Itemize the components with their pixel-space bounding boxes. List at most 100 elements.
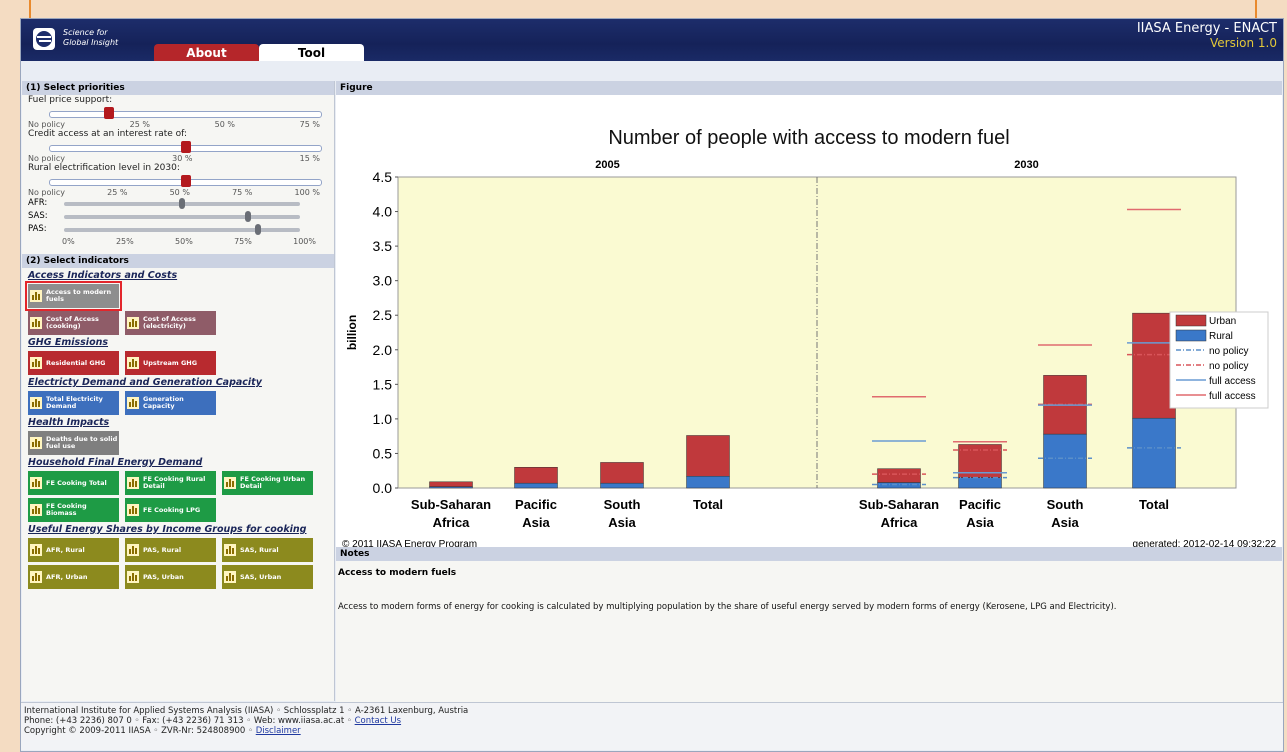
footer-address: International Institute for Applied Syst… (24, 706, 469, 716)
indicator-label: PAS, Urban (143, 572, 184, 581)
bar-rural (514, 482, 558, 489)
region-track[interactable] (64, 228, 300, 232)
bar-chart-icon (224, 571, 236, 583)
frame-accent-left (29, 0, 31, 18)
y-tick-label: 1.5 (373, 376, 393, 392)
indicator-button-row: AFR, Rural PAS, Rural SAS, Rural (22, 538, 334, 562)
indicator-button[interactable]: AFR, Urban (28, 565, 119, 589)
bar-chart-icon (30, 477, 42, 489)
region-track[interactable] (64, 215, 300, 219)
indicator-button[interactable]: FE Cooking Biomass (28, 498, 119, 522)
footer-copyright-line: Copyright © 2009-2011 IIASA ◦ ZVR-Nr: 52… (24, 726, 1283, 736)
region-slider-thumb[interactable] (179, 198, 185, 209)
indicator-button-row: FE Cooking Total FE Cooking Rural Detail F… (22, 471, 334, 495)
tick-label: No policy (28, 188, 65, 197)
indicator-button[interactable]: SAS, Urban (222, 565, 313, 589)
rural-electrification-slider[interactable] (34, 175, 322, 187)
indicator-button[interactable]: Cost of Access (cooking) (28, 311, 119, 335)
left-panel: (1) Select priorities Fuel price support… (22, 81, 335, 701)
tick-label: 25 % (107, 188, 128, 197)
legend-label: no policy (1209, 361, 1248, 372)
bar-chart-icon (30, 504, 42, 516)
panel-label: 2030 (1014, 159, 1038, 171)
indicator-button[interactable]: FE Cooking Total (28, 471, 119, 495)
indicator-group-title: Electricty Demand and Generation Capacit… (28, 377, 262, 388)
tick-label: 75% (234, 237, 252, 246)
indicator-button[interactable]: FE Cooking Urban Detail (222, 471, 313, 495)
indicator-label: FE Cooking Total (46, 478, 107, 487)
region-ticks: 0% 25% 50% 75% 100% (62, 237, 316, 246)
indicator-group-title: Access Indicators and Costs (28, 270, 178, 281)
tick-label: 50 % (169, 188, 190, 197)
region-slider-thumb[interactable] (245, 211, 252, 222)
region-slider-thumb[interactable] (254, 224, 261, 235)
x-tick-label: Sub-Saharan (859, 497, 939, 512)
footer: International Institute for Applied Syst… (21, 702, 1283, 750)
bar-chart-icon (127, 477, 139, 489)
x-tick-label: Total (693, 497, 723, 512)
indicator-button[interactable]: Residential GHG (28, 351, 119, 375)
indicator-button[interactable]: Deaths due to solid fuel use (28, 431, 119, 455)
notes-header: Notes (336, 547, 1282, 561)
bar-chart-icon (127, 397, 139, 409)
slider-thumb[interactable] (180, 175, 191, 187)
region-label: PAS: (28, 224, 47, 234)
bar-chart-icon (30, 397, 42, 409)
bar-chart-icon (30, 571, 42, 583)
credit-access-slider[interactable] (34, 141, 322, 153)
indicator-label: SAS, Rural (240, 545, 279, 554)
fuel-price-slider[interactable] (34, 107, 322, 119)
y-tick-label: 2.0 (373, 342, 393, 358)
indicator-button[interactable]: Cost of Access (electricity) (125, 311, 216, 335)
indicator-button[interactable]: Access to modern fuels (25, 281, 122, 311)
indicator-label: Upstream GHG (143, 358, 198, 367)
slider-thumb[interactable] (180, 141, 191, 153)
app-brand: IIASA Energy - ENACT Version 1.0 (1137, 22, 1277, 51)
region-slider-row[interactable]: AFR: (22, 197, 334, 210)
indicator-button[interactable]: PAS, Rural (125, 538, 216, 562)
region-slider-row[interactable]: PAS: (22, 223, 334, 236)
tab-tool[interactable]: Tool (259, 44, 364, 61)
indicator-button[interactable]: FE Cooking Rural Detail (125, 471, 216, 495)
indicator-button[interactable]: AFR, Rural (28, 538, 119, 562)
indicator-label: FE Cooking LPG (143, 505, 201, 514)
disclaimer-link[interactable]: Disclaimer (256, 726, 301, 736)
tick-label: 100% (293, 237, 316, 246)
region-label: SAS: (28, 211, 48, 221)
indicators-header: (2) Select indicators (22, 254, 334, 268)
figure-header: Figure (336, 81, 1282, 95)
indicator-button[interactable]: Total Electricity Demand (28, 391, 119, 415)
indicator-group-title: GHG Emissions (28, 337, 109, 348)
y-tick-label: 4.0 (373, 204, 393, 220)
bar-chart-icon (127, 504, 139, 516)
indicator-label: Access to modern fuels (46, 288, 112, 303)
indicator-button[interactable]: SAS, Rural (222, 538, 313, 562)
iiasa-logo-icon (33, 28, 55, 50)
notes-text: Access to modern forms of energy for coo… (338, 602, 1117, 612)
slider-thumb[interactable] (104, 107, 115, 119)
indicator-group-title: Useful Energy Shares by Income Groups fo… (28, 524, 307, 535)
tick-label: 0% (62, 237, 75, 246)
bar-chart-icon (127, 357, 139, 369)
indicator-button[interactable]: PAS, Urban (125, 565, 216, 589)
indicator-label: Total Electricity Demand (46, 395, 103, 410)
x-tick-label: Pacific (515, 497, 557, 512)
indicator-label: Deaths due to solid fuel use (46, 435, 118, 450)
bar-rural (600, 482, 644, 489)
tick-label: 30 % (172, 154, 193, 163)
indicator-button-row: Total Electricity Demand Generation Capac… (22, 391, 334, 415)
tick-label: 50 % (214, 120, 235, 129)
x-tick-label: Sub-Saharan (411, 497, 491, 512)
chart-title: Number of people with access to modern f… (608, 127, 1009, 149)
contact-us-link[interactable]: Contact Us (355, 716, 401, 726)
y-tick-label: 0.0 (373, 480, 393, 496)
bar-urban (877, 468, 921, 483)
indicator-button[interactable]: Upstream GHG (125, 351, 216, 375)
legend-label: Urban (1209, 316, 1236, 327)
region-slider-row[interactable]: SAS: (22, 210, 334, 223)
indicator-button[interactable]: FE Cooking LPG (125, 498, 216, 522)
bar-urban (686, 435, 730, 477)
tab-about[interactable]: About (154, 44, 259, 61)
footer-phone: Phone: (+43 2236) 807 0 ◦ Fax: (+43 2236… (24, 716, 355, 726)
indicator-button[interactable]: Generation Capacity (125, 391, 216, 415)
